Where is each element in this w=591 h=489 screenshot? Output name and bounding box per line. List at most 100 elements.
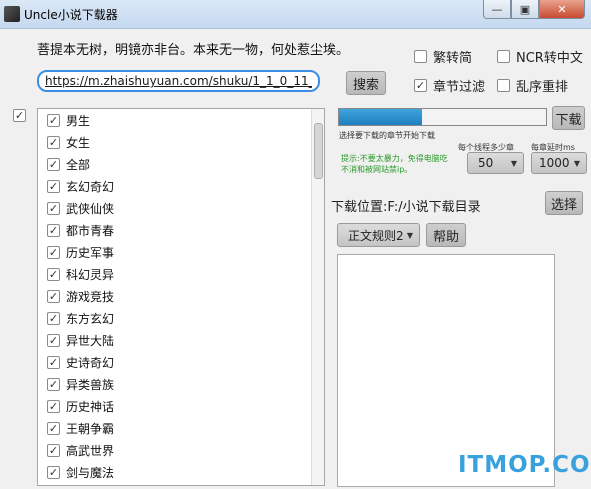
progress-fill: [339, 109, 422, 125]
threads-value: 50: [478, 156, 494, 170]
category-label: 男生: [66, 113, 91, 128]
category-checkbox[interactable]: ✓: [47, 333, 60, 347]
list-item[interactable]: ✓ 全部: [38, 153, 324, 175]
category-label: 科幻灵异: [66, 267, 115, 282]
category-label: 都市青春: [66, 223, 115, 238]
category-label: 历史军事: [66, 245, 115, 260]
list-item[interactable]: ✓ 剑与魔法: [38, 461, 324, 483]
category-checkbox[interactable]: ✓: [47, 113, 60, 127]
chapter-filter-label: 章节过滤: [433, 80, 486, 95]
category-checkbox[interactable]: ✓: [47, 135, 60, 149]
window-title: Uncle小说下载器: [24, 8, 118, 22]
close-icon: ✕: [557, 2, 567, 16]
list-scrollbar[interactable]: [311, 109, 324, 485]
category-checkbox[interactable]: ✓: [47, 223, 60, 237]
category-label: 游戏竞技: [66, 289, 115, 304]
download-location: 下载位置:F:/小说下载目录: [331, 196, 481, 215]
list-item[interactable]: ✓ 都市青春: [38, 219, 324, 241]
minimize-icon: —: [491, 2, 503, 16]
option-ncr[interactable]: NCR转中文: [497, 47, 583, 66]
list-item[interactable]: ✓ 史诗奇幻: [38, 351, 324, 373]
maximize-icon: ▣: [519, 2, 531, 16]
shuffle-checkbox[interactable]: [497, 79, 510, 92]
download-button[interactable]: 下载: [552, 106, 585, 130]
window-controls: — ▣ ✕: [483, 0, 585, 19]
category-label: 历史神话: [66, 399, 115, 414]
threads-select[interactable]: 50 ▼: [467, 152, 524, 174]
category-checkbox[interactable]: ✓: [47, 465, 60, 479]
app-window: Uncle小说下载器 — ▣ ✕ 菩提本无树，明镜亦非台。本来无一物，何处惹尘埃…: [0, 0, 591, 489]
location-path: F:/小说下载目录: [387, 200, 481, 215]
category-checkbox[interactable]: ✓: [47, 245, 60, 259]
list-item[interactable]: ✓ 历史神话: [38, 395, 324, 417]
chevron-down-icon: ▼: [510, 158, 517, 168]
category-label: 异世大陆: [66, 333, 115, 348]
list-item[interactable]: ✓ 玄幻奇幻: [38, 175, 324, 197]
shuffle-label: 乱序重排: [516, 80, 569, 95]
close-button[interactable]: ✕: [539, 0, 585, 19]
list-item[interactable]: ✓ 游戏竞技: [38, 285, 324, 307]
list-item[interactable]: ✓ 科幻灵异: [38, 263, 324, 285]
option-traditional[interactable]: 繁转简: [414, 47, 472, 66]
category-label: 武侠仙侠: [66, 201, 115, 216]
category-label: 高武世界: [66, 443, 115, 458]
ncr-label: NCR转中文: [516, 51, 583, 66]
location-label: 下载位置:: [331, 200, 388, 215]
list-item[interactable]: ✓ 异世大陆: [38, 329, 324, 351]
list-item[interactable]: ✓ 高武世界: [38, 439, 324, 461]
option-chapter-filter[interactable]: ✓ 章节过滤: [414, 76, 485, 95]
category-label: 全部: [66, 157, 91, 172]
category-checkbox[interactable]: ✓: [47, 157, 60, 171]
category-checkbox[interactable]: ✓: [47, 289, 60, 303]
category-label: 史诗奇幻: [66, 355, 115, 370]
choose-button[interactable]: 选择: [545, 191, 583, 215]
select-all-checkbox[interactable]: ✓: [13, 109, 26, 122]
list-item[interactable]: ✓ 男生: [38, 109, 324, 131]
category-label: 女生: [66, 135, 91, 150]
list-item[interactable]: ✓ 女生: [38, 131, 324, 153]
list-item[interactable]: ✓ 王朝争霸: [38, 417, 324, 439]
rule-dropdown[interactable]: 正文规则2 ▼: [337, 223, 420, 247]
delay-value: 1000: [539, 156, 570, 170]
category-checkbox[interactable]: ✓: [47, 267, 60, 281]
category-checkbox[interactable]: ✓: [47, 311, 60, 325]
app-icon: [4, 6, 20, 22]
category-checkbox[interactable]: ✓: [47, 377, 60, 391]
list-item[interactable]: ✓ 异类兽族: [38, 373, 324, 395]
list-item[interactable]: ✓ 武侠仙侠: [38, 197, 324, 219]
list-item[interactable]: ✓ 东方玄幻: [38, 307, 324, 329]
traditional-checkbox[interactable]: [414, 50, 427, 63]
option-shuffle[interactable]: 乱序重排: [497, 76, 568, 95]
watermark-text: ITMOP.COM: [458, 452, 591, 478]
url-input[interactable]: [37, 70, 320, 92]
list-item[interactable]: ✓ 历史军事: [38, 241, 324, 263]
scrollbar-thumb[interactable]: [314, 123, 323, 179]
category-label: 剑与魔法: [66, 465, 115, 480]
chapter-filter-checkbox[interactable]: ✓: [414, 79, 427, 92]
category-checkbox[interactable]: ✓: [47, 443, 60, 457]
rule-value: 正文规则2: [348, 228, 404, 243]
category-rows: ✓ 男生 ✓ 女生 ✓ 全部 ✓ 玄幻奇幻 ✓ 武侠仙侠 ✓ 都市青春 ✓ 历史军事 ✓ 科幻灵异 ✓ 游戏竞技 ✓…: [38, 109, 324, 483]
category-label: 玄幻奇幻: [66, 179, 115, 194]
hint-text: 提示:不要太暴力，免得电脑吃不消和被网站禁ip。: [341, 154, 448, 174]
category-label: 王朝争霸: [66, 421, 115, 436]
category-checkbox[interactable]: ✓: [47, 355, 60, 369]
help-button[interactable]: 帮助: [426, 223, 466, 247]
category-label: 异类兽族: [66, 377, 115, 392]
category-list: ✓ 男生 ✓ 女生 ✓ 全部 ✓ 玄幻奇幻 ✓ 武侠仙侠 ✓ 都市青春 ✓ 历史军事 ✓ 科幻灵异 ✓ 游戏竞技 ✓…: [37, 108, 325, 486]
category-checkbox[interactable]: ✓: [47, 201, 60, 215]
search-button[interactable]: 搜索: [346, 71, 386, 95]
category-checkbox[interactable]: ✓: [47, 399, 60, 413]
ncr-checkbox[interactable]: [497, 50, 510, 63]
category-label: 东方玄幻: [66, 311, 115, 326]
progress-caption: 选择要下载的章节开始下载: [339, 131, 435, 140]
maximize-button[interactable]: ▣: [511, 0, 539, 19]
category-checkbox[interactable]: ✓: [47, 179, 60, 193]
chevron-down-icon: ▼: [573, 158, 580, 168]
progress-bar: [338, 108, 547, 126]
chevron-down-icon: ▼: [406, 230, 413, 240]
minimize-button[interactable]: —: [483, 0, 511, 19]
title-bar[interactable]: Uncle小说下载器 — ▣ ✕: [0, 0, 591, 29]
delay-select[interactable]: 1000 ▼: [531, 152, 587, 174]
category-checkbox[interactable]: ✓: [47, 421, 60, 435]
